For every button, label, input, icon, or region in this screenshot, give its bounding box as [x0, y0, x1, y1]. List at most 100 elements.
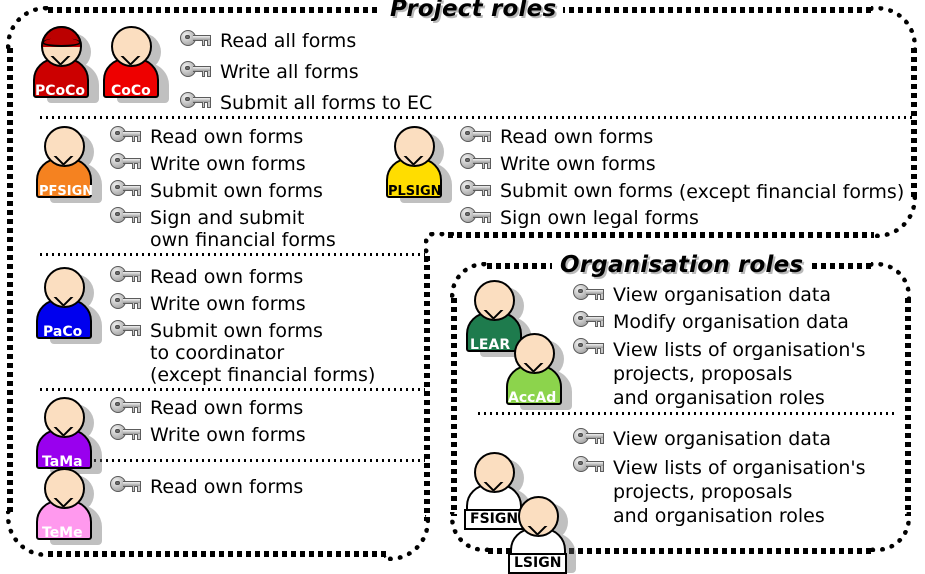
permission-item: Read all forms: [180, 30, 432, 61]
avatar-neck: [119, 56, 143, 71]
project-roles-title: Project roles: [383, 0, 564, 22]
key-icon: [110, 397, 141, 413]
avatar-coco[interactable]: CoCo: [103, 26, 169, 103]
avatar-teme[interactable]: TeMe: [36, 468, 102, 545]
permission-list-tama: Read own forms Write own forms: [110, 397, 306, 451]
permission-item: Modify organisation data: [573, 311, 866, 338]
permission-list-plsign: Read own forms Write own forms Submit ow…: [460, 126, 904, 234]
permission-item: Read own forms: [110, 476, 303, 503]
permission-item: Write own forms: [460, 153, 904, 180]
avatar-tama[interactable]: TaMa: [36, 397, 102, 474]
avatar-neck: [52, 498, 76, 513]
key-icon: [110, 266, 141, 282]
avatar-label-teme: TeMe: [42, 525, 83, 541]
permission-label: Read own forms: [150, 126, 304, 148]
avatar-neck: [482, 310, 506, 325]
permission-item: View organisation data: [573, 428, 866, 456]
avatar-label-paco: PaCo: [43, 324, 83, 340]
avatar-paco[interactable]: PaCo: [36, 267, 102, 344]
divider-org-lear: [478, 412, 898, 415]
key-icon: [573, 428, 604, 444]
project-box-corner-br: [384, 515, 430, 561]
permission-list-fsign-lsign: View organisation data View lists of org…: [573, 428, 866, 528]
permission-label: Write own forms: [150, 424, 306, 446]
permission-item: Read own forms: [110, 266, 375, 293]
avatar-label-pfsign: PFSIGN: [39, 184, 94, 199]
project-box-edge-right: [911, 48, 917, 198]
divider-paco: [40, 388, 425, 391]
key-icon: [110, 180, 141, 196]
permission-list-teme: Read own forms: [110, 476, 303, 503]
avatar-pfsign[interactable]: PFSIGN: [36, 126, 102, 203]
avatar-plsign[interactable]: PLSIGN: [386, 126, 452, 203]
project-box-edge-bottom: [48, 551, 388, 557]
org-box-corner-tr: [871, 262, 911, 302]
permission-label: Submit own forms to coordinator: [150, 320, 323, 364]
divider-coordinators: [40, 116, 915, 119]
avatar-label-pcoco: PCoCo: [35, 83, 86, 99]
org-box-edge-right: [905, 298, 911, 516]
project-box-edge-top-right: [560, 7, 875, 13]
key-icon: [180, 61, 211, 77]
key-icon: [110, 320, 141, 336]
key-icon: [460, 153, 491, 169]
permission-label: Write own forms: [150, 293, 306, 315]
org-box-corner-br: [871, 512, 911, 552]
org-box-edge-top-right: [812, 263, 874, 269]
permission-list-lear-accad: View organisation data Modify organisati…: [573, 284, 866, 410]
permission-label: View lists of organisation's projects, p…: [613, 457, 866, 527]
permission-label: View organisation data: [613, 428, 832, 450]
organisation-roles-title: Organisation roles: [553, 252, 811, 278]
project-box-edge-left: [7, 48, 13, 514]
permission-list-pfsign: Read own forms Write own forms Submit ow…: [110, 126, 336, 257]
avatar-neck: [526, 526, 550, 541]
avatar-neck: [402, 156, 426, 171]
permission-label: Read own forms: [150, 476, 304, 498]
permission-item: Read own forms: [110, 397, 306, 424]
permission-item: Write own forms: [110, 153, 336, 180]
permission-label: Write all forms: [220, 61, 359, 83]
key-icon: [573, 311, 604, 327]
avatar-accad[interactable]: AccAd: [506, 333, 572, 410]
avatar-cap-icon: [39, 24, 84, 47]
avatar-pcoco[interactable]: PCoCo: [33, 24, 99, 103]
key-icon: [110, 126, 141, 142]
permission-label: Read own forms: [150, 266, 304, 288]
avatar-neck: [52, 156, 76, 171]
permission-item: Sign and submit own financial forms: [110, 207, 336, 257]
permission-item: Write own forms: [110, 424, 306, 451]
avatar-neck: [49, 56, 73, 71]
permission-label: Write own forms: [500, 153, 656, 175]
project-box-corner-tr: [871, 6, 917, 52]
permission-item: Write all forms: [180, 61, 432, 92]
avatar-neck: [52, 297, 76, 312]
permission-label: Sign and submit own financial forms: [150, 207, 336, 251]
key-icon: [573, 284, 604, 300]
org-box-edge-top-left: [487, 263, 552, 269]
permission-label: Submit all forms to EC: [220, 92, 433, 114]
key-icon: [110, 476, 141, 492]
key-icon: [110, 424, 141, 440]
key-icon: [110, 293, 141, 309]
permission-item: Submit own forms to coordinator (except …: [110, 320, 376, 386]
avatar-neck: [52, 427, 76, 442]
permission-item: View organisation data: [573, 284, 866, 311]
permission-label: View lists of organisation's projects, p…: [613, 339, 866, 409]
key-icon: [110, 207, 141, 223]
permission-item: Read own forms: [460, 126, 904, 153]
diagram-canvas: Project roles Organisation roles PCoCo C…: [0, 0, 925, 574]
permission-label: Submit own forms: [500, 180, 673, 202]
permission-item: View lists of organisation's projects, p…: [573, 338, 866, 410]
permission-item: Submit own forms: [110, 180, 336, 207]
permission-note: (except financial forms): [678, 181, 905, 203]
permission-list-paco: Read own forms Write own forms Submit ow…: [110, 266, 376, 386]
project-box-edge-top-left: [48, 7, 378, 13]
permission-sub-note: (except financial forms): [150, 364, 376, 386]
permission-label: Read all forms: [220, 30, 357, 52]
avatar-label-plsign: PLSIGN: [388, 184, 442, 199]
permission-label: Read own forms: [150, 397, 304, 419]
avatar-neck: [522, 363, 546, 378]
key-icon: [573, 338, 604, 354]
avatar-neck: [482, 482, 506, 497]
avatar-lsign[interactable]: LSIGN: [508, 496, 576, 574]
